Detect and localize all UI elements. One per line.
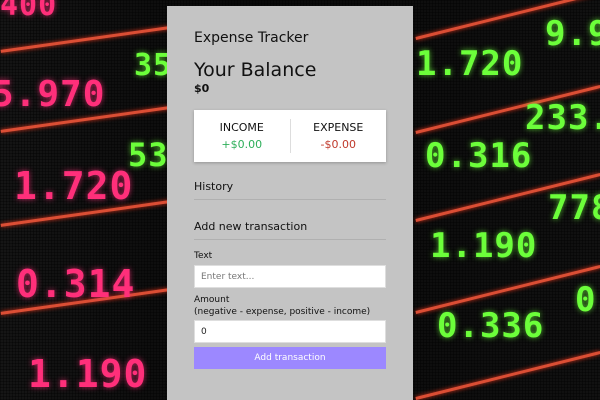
add-transaction-button[interactable]: Add transaction xyxy=(194,347,386,369)
ticker-number: 5.970 xyxy=(0,74,106,115)
balance-value: $0 xyxy=(194,82,210,95)
amount-input[interactable] xyxy=(194,320,386,343)
ticker-number: 0.314 xyxy=(16,262,136,306)
ticker-number: 1.720 xyxy=(416,44,524,84)
ticker-number: 400 xyxy=(0,0,58,23)
expense-value: -$0.00 xyxy=(320,138,356,151)
ticker-number: 1.190 xyxy=(430,226,538,266)
ticker-number: 778 xyxy=(548,188,600,228)
expense-label: EXPENSE xyxy=(313,121,364,134)
ticker-number: 1.190 xyxy=(28,352,148,396)
ticker-number: 9.9 xyxy=(545,14,600,54)
income-label: INCOME xyxy=(219,121,264,134)
amount-field-hint: (negative - expense, positive - income) xyxy=(194,307,371,317)
history-heading: History xyxy=(194,180,386,200)
text-input[interactable] xyxy=(194,265,386,288)
add-transaction-heading: Add new transaction xyxy=(194,220,386,240)
ticker-number: 53 xyxy=(128,136,169,174)
expense-tracker-card: Expense Tracker Your Balance $0 INCOME +… xyxy=(167,6,413,400)
ticker-number: 0.888 xyxy=(575,280,600,320)
ticker-number: 233.1 xyxy=(525,98,600,138)
income-value: +$0.00 xyxy=(221,138,263,151)
income-expense-summary: INCOME +$0.00 EXPENSE -$0.00 xyxy=(194,110,386,162)
ticker-number: 1.720 xyxy=(14,164,134,208)
ticker-number: 0.336 xyxy=(437,306,545,346)
expense-column: EXPENSE -$0.00 xyxy=(291,121,387,151)
app-title: Expense Tracker xyxy=(194,30,309,46)
balance-heading: Your Balance xyxy=(194,59,317,81)
ticker-number: 0.316 xyxy=(425,136,533,176)
text-field-label: Text xyxy=(194,251,213,261)
income-column: INCOME +$0.00 xyxy=(194,121,290,151)
amount-field-label: Amount xyxy=(194,295,230,305)
